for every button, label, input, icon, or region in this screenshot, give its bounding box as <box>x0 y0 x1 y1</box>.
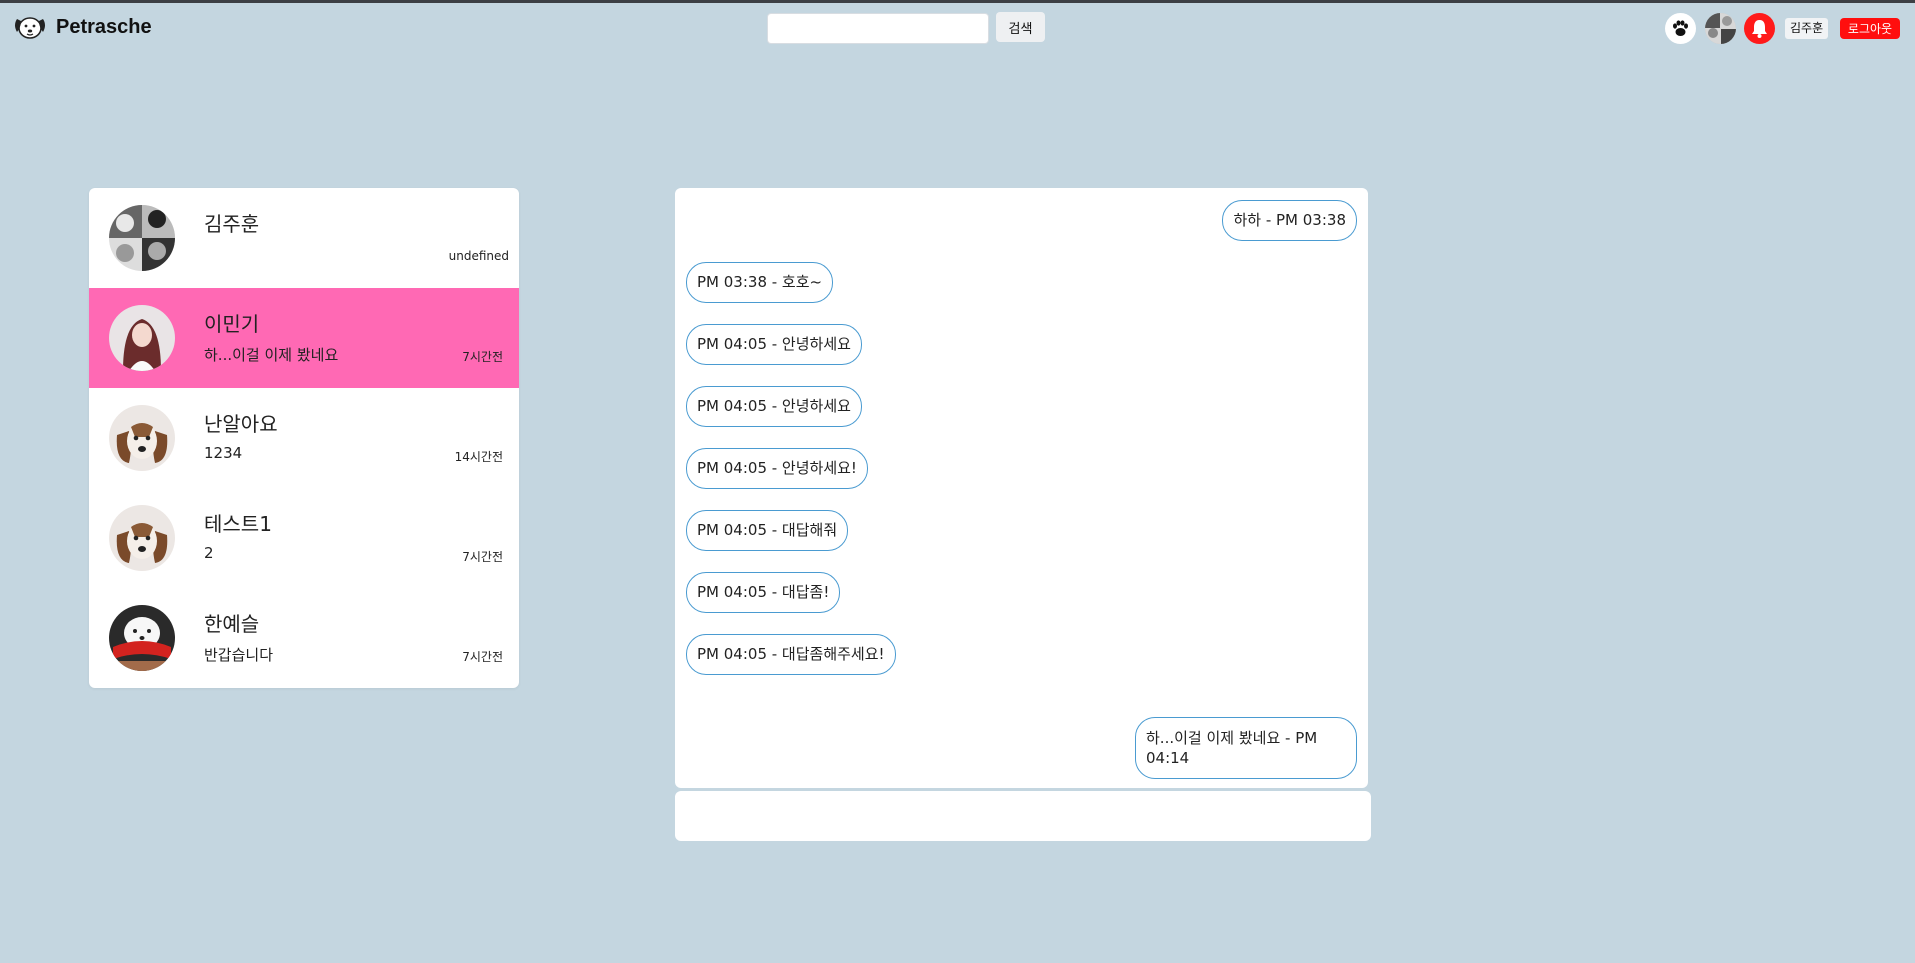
dog-face-icon <box>15 17 45 39</box>
bell-icon[interactable] <box>1744 13 1775 44</box>
room-last-message: 하...이걸 이제 봤네요 <box>204 346 339 364</box>
message-received: PM 03:38 - 호호~ <box>686 262 834 303</box>
message-input[interactable] <box>675 791 1371 841</box>
message-received: PM 04:05 - 대답해줘 <box>686 510 849 551</box>
message-received: PM 04:05 - 안녕하세요! <box>686 448 868 489</box>
group-photo-avatar <box>109 205 175 271</box>
message-sent: 하하 - PM 03:38 <box>1222 200 1357 241</box>
chat-message-panel[interactable]: 하하 - PM 03:38 PM 03:38 - 호호~ PM 04:05 - … <box>675 188 1368 788</box>
chat-room-list: 김주훈 undefined 이민기 하...이걸 이제 봤네요 7시간전 난알아… <box>89 188 519 688</box>
search-input[interactable] <box>767 13 989 44</box>
paw-icon[interactable] <box>1665 13 1696 44</box>
room-time: 7시간전 <box>462 650 503 664</box>
chat-room-item[interactable]: 김주훈 undefined <box>89 188 519 288</box>
room-time: 7시간전 <box>462 550 503 564</box>
room-name: 김주훈 <box>204 212 260 236</box>
chat-room-item[interactable]: 한예슬 반갑습니다 7시간전 <box>89 588 519 688</box>
room-name: 한예슬 <box>204 612 260 636</box>
username-label[interactable]: 김주훈 <box>1785 18 1829 39</box>
search-button[interactable]: 검색 <box>996 12 1045 42</box>
logout-button[interactable]: 로그아웃 <box>1840 18 1900 39</box>
message-received: PM 04:05 - 안녕하세요 <box>686 386 862 427</box>
message-sent: 하...이걸 이제 봤네요 - PM 04:14 <box>1135 717 1357 779</box>
room-last-message: 1234 <box>204 444 243 462</box>
room-last-message: 2 <box>204 544 214 562</box>
beagle-puppy-avatar <box>109 505 175 571</box>
woman-portrait-avatar <box>109 305 175 371</box>
window-top-border <box>0 0 1915 3</box>
message-received: PM 04:05 - 대답좀해주세요! <box>686 634 896 675</box>
beagle-puppy-avatar <box>109 405 175 471</box>
chat-room-item-active[interactable]: 이민기 하...이걸 이제 봤네요 7시간전 <box>89 288 519 388</box>
chat-room-item[interactable]: 난알아요 1234 14시간전 <box>89 388 519 488</box>
room-last-message: 반갑습니다 <box>204 646 274 664</box>
room-name: 이민기 <box>204 312 260 336</box>
room-time: 14시간전 <box>454 450 503 464</box>
message-received: PM 04:05 - 안녕하세요 <box>686 324 862 365</box>
brand-name: Petrasche <box>56 15 152 38</box>
room-time: 7시간전 <box>462 350 503 364</box>
user-avatar-icon[interactable] <box>1705 13 1736 44</box>
logo[interactable]: Petrasche <box>12 13 152 41</box>
room-name: 난알아요 <box>204 412 278 436</box>
white-dog-red-scarf-avatar <box>109 605 175 671</box>
chat-room-item[interactable]: 테스트1 2 7시간전 <box>89 488 519 588</box>
room-name: 테스트1 <box>204 512 272 536</box>
message-received: PM 04:05 - 대답좀! <box>686 572 841 613</box>
room-time: undefined <box>448 249 509 263</box>
